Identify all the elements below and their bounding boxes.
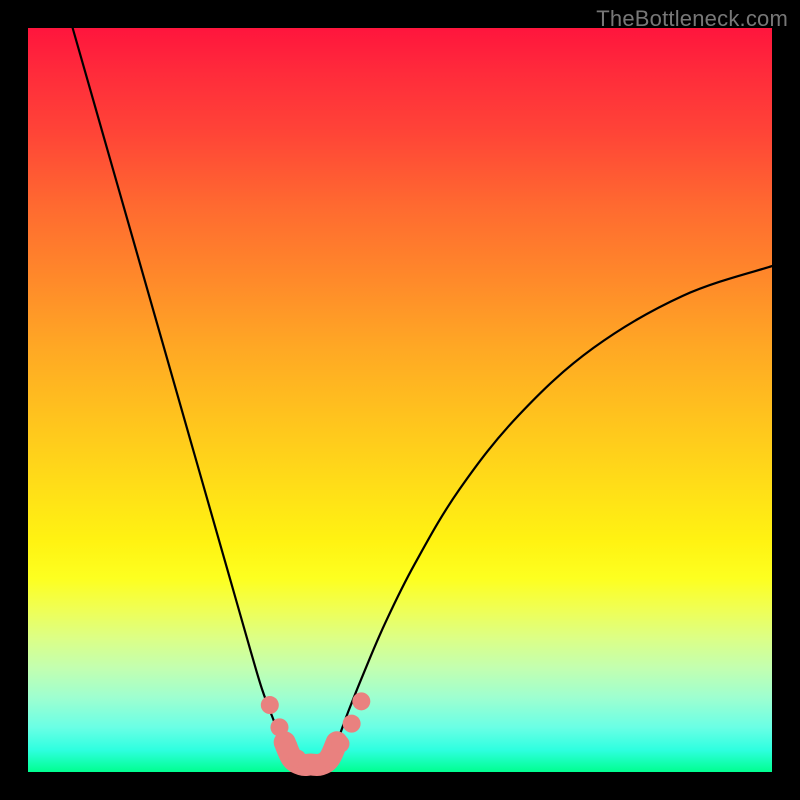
curve-layer — [28, 28, 772, 772]
marker-dot — [320, 750, 338, 768]
marker-dot — [261, 696, 279, 714]
left-branch-curve — [73, 28, 296, 765]
marker-dots-group — [261, 692, 371, 772]
marker-dot — [331, 735, 349, 753]
marker-dot — [343, 715, 361, 733]
marker-dot — [352, 692, 370, 710]
right-branch-curve — [326, 266, 772, 764]
chart-frame: TheBottleneck.com — [0, 0, 800, 800]
marker-dot — [270, 718, 288, 736]
